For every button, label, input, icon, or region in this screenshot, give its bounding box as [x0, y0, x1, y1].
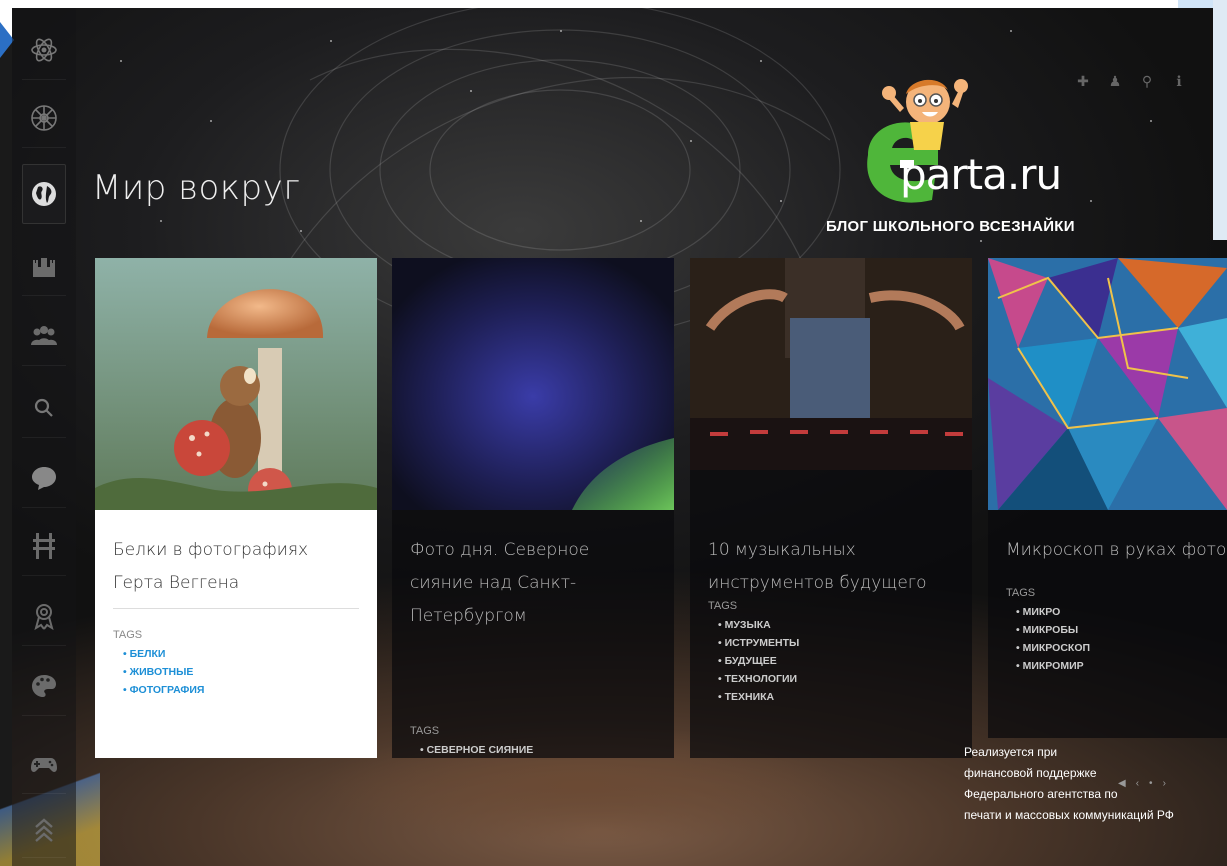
- sidebar-item-art[interactable]: [22, 656, 66, 716]
- article-image: [690, 258, 972, 470]
- logo-subtitle: БЛОГ ШКОЛЬНОГО ВСЕЗНАЙКИ: [826, 218, 1075, 235]
- wheel-icon: [31, 104, 57, 131]
- sidebar-item-atom[interactable]: [22, 20, 66, 80]
- divider: [113, 608, 359, 609]
- sidebar-item-award[interactable]: [22, 586, 66, 646]
- castle-icon: [33, 257, 55, 277]
- search-icon[interactable]: ⚲: [1139, 73, 1155, 89]
- card-body: Фото дня. Северное сияние над Санкт-Пете…: [392, 510, 674, 758]
- tag-link[interactable]: животные: [113, 663, 359, 681]
- tag-list: северное сияние: [410, 741, 656, 758]
- sidebar-item-games[interactable]: [22, 734, 66, 794]
- tags-label: TAGS: [1006, 587, 1036, 599]
- funding-line: печати и массовых коммуникаций РФ: [964, 808, 1174, 822]
- card-body: Белки в фотографиях Герта Веггена TAGS б…: [95, 510, 377, 758]
- palette-icon: [32, 674, 56, 697]
- card-title[interactable]: Микроскоп в руках фотографа Линдена Глед…: [1006, 534, 1227, 567]
- tag-link[interactable]: микроскоп: [1006, 639, 1209, 657]
- tag-link[interactable]: северное сияние: [410, 741, 656, 758]
- sidebar-item-railway[interactable]: [22, 516, 66, 576]
- tag-link[interactable]: музыка: [708, 616, 954, 634]
- chat-icon: [32, 466, 56, 490]
- article-image: [392, 258, 674, 510]
- info-icon[interactable]: ℹ: [1171, 73, 1187, 89]
- sidebar-item-scroll-top[interactable]: [22, 798, 66, 858]
- tag-link[interactable]: фотография: [113, 681, 359, 699]
- tag-list: белки животные фотография: [113, 645, 359, 699]
- gamepad-icon: [31, 757, 57, 772]
- railway-icon: [33, 532, 55, 559]
- atom-icon: [31, 38, 57, 61]
- tag-link[interactable]: техника: [708, 688, 954, 706]
- tag-link[interactable]: микро: [1006, 603, 1209, 621]
- sidebar-item-wheel[interactable]: [22, 88, 66, 148]
- first-page-button[interactable]: ◀: [1118, 778, 1126, 789]
- article-card[interactable]: 10 музыкальных инструментов будущего TAG…: [690, 258, 972, 758]
- article-card[interactable]: Белки в фотографиях Герта Веггена TAGS б…: [95, 258, 377, 758]
- user-icon[interactable]: ♟: [1107, 73, 1123, 89]
- page-title: Мир вокруг: [92, 168, 301, 208]
- tags-label: TAGS: [708, 600, 738, 612]
- page-dot[interactable]: •: [1149, 778, 1153, 789]
- article-card[interactable]: Фото дня. Северное сияние над Санкт-Пете…: [392, 258, 674, 758]
- chevrons-up-icon: [35, 817, 53, 842]
- sidebar-item-history[interactable]: [22, 236, 66, 296]
- tags-label: TAGS: [113, 629, 143, 641]
- tags-label: TAGS: [410, 725, 440, 737]
- tag-link[interactable]: будущее: [708, 652, 954, 670]
- top-toolbar: ✚ ♟ ⚲ ℹ: [1075, 73, 1187, 89]
- article-image: [95, 258, 377, 510]
- sidebar-item-world[interactable]: [22, 164, 66, 224]
- funding-line: Реализуется при: [964, 745, 1058, 759]
- card-title[interactable]: Фото дня. Северное сияние над Санкт-Пете…: [410, 534, 656, 633]
- globe-icon: [32, 182, 56, 206]
- tag-link[interactable]: иструменты: [708, 634, 954, 652]
- people-icon: [31, 325, 57, 345]
- sidebar-item-people[interactable]: [22, 306, 66, 366]
- card-body: Микроскоп в руках фотографа Линдена Глед…: [988, 510, 1227, 738]
- window-top-edge: [0, 0, 1227, 8]
- tag-link[interactable]: белки: [113, 645, 359, 663]
- tag-link[interactable]: микробы: [1006, 621, 1209, 639]
- article-card[interactable]: Микроскоп в руках фотографа Линдена Глед…: [988, 258, 1227, 738]
- tag-link[interactable]: технологии: [708, 670, 954, 688]
- logo-wordmark: parta.ru: [900, 150, 1062, 199]
- card-title[interactable]: Белки в фотографиях Герта Веггена: [113, 534, 359, 600]
- tag-list: музыка иструменты будущее технологии тех…: [708, 616, 954, 706]
- window-left-edge: [0, 0, 12, 866]
- card-body: 10 музыкальных инструментов будущего TAG…: [690, 510, 972, 758]
- tag-link[interactable]: микромир: [1006, 657, 1209, 675]
- article-image: [988, 258, 1227, 510]
- card-title[interactable]: 10 музыкальных инструментов будущего: [708, 534, 954, 600]
- sidebar-item-search[interactable]: [22, 378, 66, 438]
- next-button[interactable]: ›: [1163, 778, 1166, 789]
- slider-pager: ◀ ‹ • ›: [1118, 778, 1166, 789]
- search-icon: [34, 398, 53, 417]
- tag-list: микро микробы микроскоп микромир: [1006, 603, 1209, 675]
- award-icon: [34, 603, 54, 630]
- sidebar: [12, 8, 76, 866]
- prev-button[interactable]: ‹: [1136, 778, 1139, 789]
- sidebar-item-chat[interactable]: [22, 448, 66, 508]
